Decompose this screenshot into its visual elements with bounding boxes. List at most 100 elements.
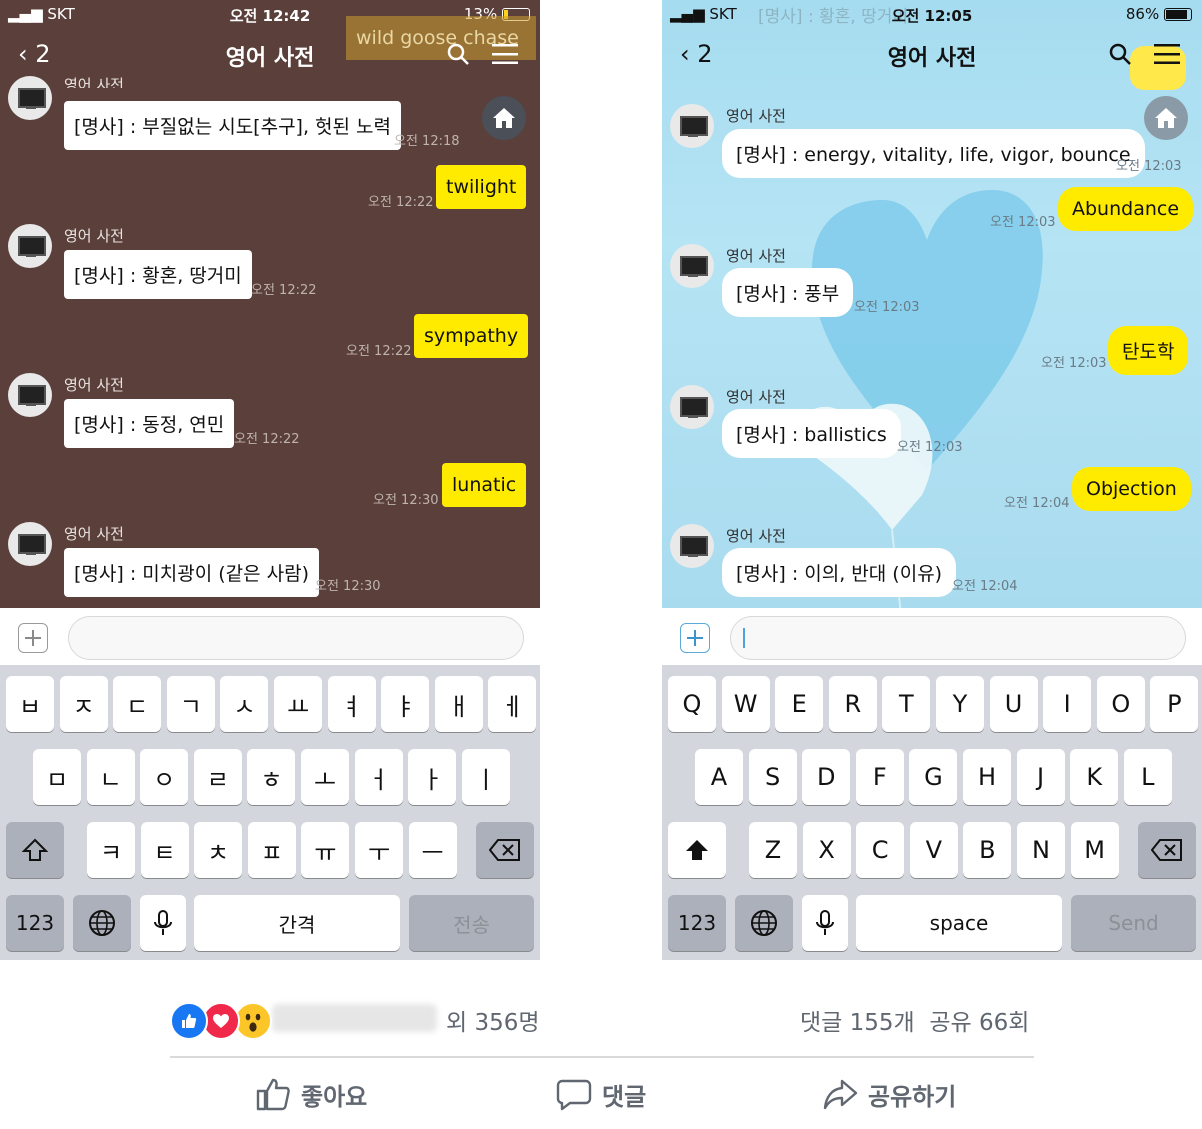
home-button[interactable] bbox=[1144, 96, 1188, 140]
sent-bubble[interactable]: 탄도학 bbox=[1108, 326, 1189, 375]
search-icon[interactable] bbox=[446, 42, 470, 66]
key-row3-5[interactable]: ㅜ bbox=[355, 822, 403, 878]
message-input[interactable] bbox=[68, 616, 524, 660]
key-row3-4[interactable]: B bbox=[963, 822, 1012, 878]
key-row2-4[interactable]: G bbox=[909, 749, 958, 805]
like-button[interactable]: 좋아요 bbox=[255, 1072, 367, 1116]
numbers-key[interactable]: 123 bbox=[6, 895, 64, 951]
message-bubble[interactable]: [명사] : 황혼, 땅거미 bbox=[64, 250, 252, 299]
key-row2-5[interactable]: ㅗ bbox=[301, 749, 349, 805]
numbers-key[interactable]: 123 bbox=[668, 895, 726, 951]
comment-count[interactable]: 댓글 155개 bbox=[800, 1010, 915, 1036]
avatar[interactable] bbox=[8, 522, 52, 566]
message-bubble[interactable]: [명사] : energy, vitality, life, vigor, bo… bbox=[722, 129, 1145, 178]
key-row2-3[interactable]: ㄹ bbox=[193, 749, 242, 805]
key-2[interactable]: ㄷ bbox=[113, 676, 162, 732]
key-9[interactable]: P bbox=[1150, 676, 1199, 732]
key-row3-0[interactable]: Z bbox=[749, 822, 797, 878]
search-icon[interactable] bbox=[1108, 42, 1132, 66]
key-row2-7[interactable]: K bbox=[1070, 749, 1119, 805]
key-3[interactable]: R bbox=[828, 676, 877, 732]
globe-key[interactable] bbox=[735, 895, 793, 951]
key-row3-3[interactable]: ㅍ bbox=[247, 822, 296, 878]
comment-button[interactable]: 댓글 bbox=[556, 1072, 646, 1116]
avatar[interactable] bbox=[670, 524, 714, 568]
key-row3-3[interactable]: V bbox=[909, 822, 958, 878]
key-row3-1[interactable]: X bbox=[802, 822, 851, 878]
avatar[interactable] bbox=[670, 385, 714, 429]
space-key[interactable]: 간격 bbox=[194, 895, 400, 951]
key-row2-8[interactable]: L bbox=[1123, 749, 1172, 805]
key-4[interactable]: T bbox=[882, 676, 931, 732]
key-0[interactable]: Q bbox=[668, 676, 716, 732]
message-bubble[interactable]: [명사] : 부질없는 시도[추구], 헛된 노력 bbox=[64, 101, 402, 150]
send-key[interactable]: 전송 bbox=[409, 895, 534, 951]
shift-key[interactable] bbox=[668, 822, 726, 878]
sent-bubble[interactable]: Objection bbox=[1072, 467, 1191, 511]
key-row3-2[interactable]: C bbox=[856, 822, 905, 878]
key-row2-8[interactable]: ㅣ bbox=[461, 749, 510, 805]
key-row3-1[interactable]: ㅌ bbox=[140, 822, 189, 878]
share-count[interactable]: 공유 66회 bbox=[929, 1010, 1029, 1036]
key-row2-0[interactable]: ㅁ bbox=[33, 749, 81, 805]
sent-bubble[interactable]: lunatic bbox=[442, 463, 527, 507]
key-3[interactable]: ㄱ bbox=[166, 676, 215, 732]
plus-icon[interactable] bbox=[18, 623, 48, 653]
key-1[interactable]: W bbox=[721, 676, 770, 732]
menu-icon[interactable] bbox=[1154, 44, 1180, 64]
message-bubble[interactable]: [명사] : 미치광이 (같은 사람) bbox=[64, 548, 320, 597]
reaction-count[interactable]: 외 356명 bbox=[446, 1003, 540, 1037]
key-5[interactable]: ㅛ bbox=[274, 676, 322, 732]
key-row2-1[interactable]: ㄴ bbox=[86, 749, 135, 805]
key-row3-0[interactable]: ㅋ bbox=[87, 822, 135, 878]
key-1[interactable]: ㅈ bbox=[59, 676, 108, 732]
sent-bubble[interactable]: sympathy bbox=[414, 314, 529, 358]
message-input[interactable] bbox=[730, 616, 1186, 660]
key-6[interactable]: ㅕ bbox=[327, 676, 376, 732]
key-2[interactable]: E bbox=[775, 676, 824, 732]
avatar[interactable] bbox=[8, 224, 52, 268]
key-row3-6[interactable]: ㅡ bbox=[408, 822, 457, 878]
key-row2-7[interactable]: ㅏ bbox=[408, 749, 457, 805]
key-6[interactable]: U bbox=[989, 676, 1038, 732]
key-row3-2[interactable]: ㅊ bbox=[194, 822, 243, 878]
key-row2-0[interactable]: A bbox=[695, 749, 743, 805]
globe-key[interactable] bbox=[73, 895, 131, 951]
key-row2-1[interactable]: S bbox=[748, 749, 797, 805]
key-row2-6[interactable]: ㅓ bbox=[354, 749, 403, 805]
space-key[interactable]: space bbox=[856, 895, 1062, 951]
key-row2-2[interactable]: ㅇ bbox=[140, 749, 189, 805]
key-5[interactable]: Y bbox=[936, 676, 984, 732]
avatar[interactable] bbox=[8, 373, 52, 417]
key-row2-3[interactable]: F bbox=[855, 749, 904, 805]
dictation-key[interactable] bbox=[802, 895, 848, 951]
home-button[interactable] bbox=[482, 96, 526, 140]
key-row3-5[interactable]: N bbox=[1017, 822, 1065, 878]
backspace-key[interactable] bbox=[476, 822, 534, 878]
key-9[interactable]: ㅔ bbox=[488, 676, 537, 732]
key-7[interactable]: ㅑ bbox=[381, 676, 430, 732]
key-8[interactable]: ㅐ bbox=[434, 676, 483, 732]
sent-bubble[interactable]: twilight bbox=[436, 165, 527, 209]
key-row2-2[interactable]: D bbox=[802, 749, 851, 805]
key-4[interactable]: ㅅ bbox=[220, 676, 269, 732]
key-row3-4[interactable]: ㅠ bbox=[301, 822, 350, 878]
chat-area[interactable]: ▂▄▆ SKT 오전 12:42 13% wild goose chase ‹ … bbox=[0, 0, 540, 608]
sent-bubble[interactable]: Abundance bbox=[1058, 187, 1194, 231]
reaction-icons[interactable] bbox=[170, 1002, 280, 1040]
shift-key[interactable] bbox=[6, 822, 64, 878]
menu-icon[interactable] bbox=[492, 44, 518, 64]
avatar[interactable] bbox=[8, 76, 52, 120]
plus-icon[interactable] bbox=[680, 623, 710, 653]
avatar[interactable] bbox=[670, 244, 714, 288]
key-8[interactable]: O bbox=[1096, 676, 1145, 732]
backspace-key[interactable] bbox=[1138, 822, 1196, 878]
key-row2-6[interactable]: J bbox=[1016, 749, 1065, 805]
message-bubble[interactable]: [명사] : 풍부 bbox=[722, 268, 854, 317]
message-bubble[interactable]: [명사] : ballistics bbox=[722, 409, 901, 458]
key-row2-5[interactable]: H bbox=[963, 749, 1011, 805]
key-row2-4[interactable]: ㅎ bbox=[247, 749, 296, 805]
send-key[interactable]: Send bbox=[1071, 895, 1196, 951]
key-0[interactable]: ㅂ bbox=[6, 676, 54, 732]
message-bubble[interactable]: [명사] : 이의, 반대 (이유) bbox=[722, 548, 957, 597]
